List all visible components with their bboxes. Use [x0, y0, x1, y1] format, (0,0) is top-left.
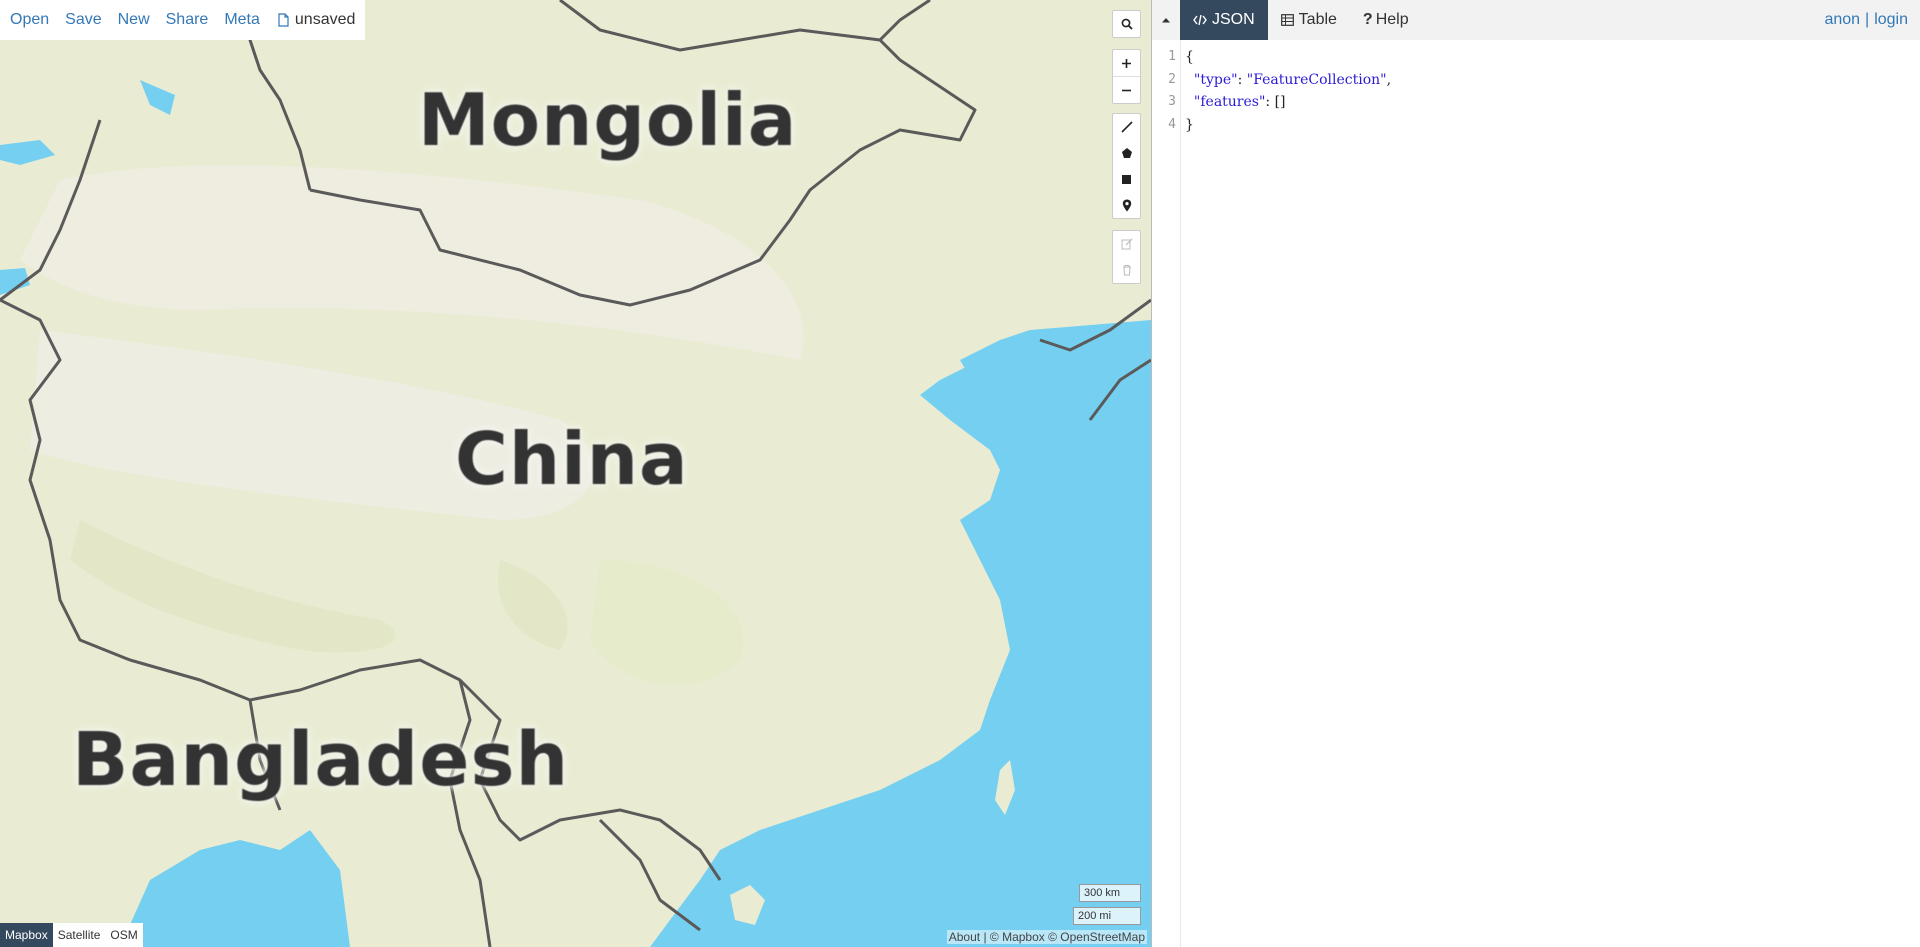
code-comma: ,: [1386, 71, 1392, 88]
table-icon: [1280, 14, 1294, 26]
map-label-bangladesh: Bangladesh: [72, 717, 570, 803]
zoom-out-button[interactable]: [1113, 77, 1140, 103]
question-icon: ?: [1362, 11, 1373, 28]
search-button[interactable]: [1113, 11, 1140, 37]
map-canvas[interactable]: Mongolia China Bangladesh Open Save New …: [0, 0, 1151, 947]
line-number: 3: [1168, 94, 1176, 109]
line-number: 4: [1168, 116, 1176, 132]
edit-toolbar: [1112, 230, 1141, 284]
tab-help[interactable]: ? Help: [1350, 0, 1422, 40]
code-line: "features": []: [1185, 91, 1391, 114]
draw-marker-button[interactable]: [1113, 192, 1140, 218]
code-features-value: : []: [1265, 94, 1286, 110]
code-brace-open: {: [1185, 49, 1194, 65]
code-area[interactable]: { "type": "FeatureCollection", "features…: [1181, 40, 1391, 947]
scale-km: 300 km: [1079, 884, 1141, 902]
login-link[interactable]: login: [1874, 11, 1908, 29]
edit-button[interactable]: [1113, 231, 1140, 257]
file-status-label: unsaved: [294, 11, 356, 28]
code-line: {: [1185, 46, 1391, 69]
scale-mi: 200 mi: [1073, 907, 1141, 925]
tab-help-label: Help: [1375, 11, 1409, 28]
layer-osm[interactable]: OSM: [105, 923, 143, 947]
delete-button[interactable]: [1113, 257, 1140, 283]
line-number-gutter: 1 2 3 4: [1152, 40, 1181, 947]
draw-polygon-button[interactable]: [1113, 140, 1140, 166]
layer-mapbox[interactable]: Mapbox: [0, 923, 53, 947]
code-colon: :: [1237, 71, 1247, 88]
open-button[interactable]: Open: [10, 11, 49, 29]
code-brace-close: }: [1185, 116, 1194, 133]
collapse-panel-button[interactable]: [1152, 0, 1180, 40]
code-key-type: "type": [1193, 71, 1238, 88]
search-icon: [1121, 18, 1133, 30]
map-label-china: China: [455, 417, 689, 501]
zoom-control: [1112, 49, 1141, 104]
user-anon-link[interactable]: anon: [1824, 11, 1860, 29]
file-icon: [278, 13, 289, 27]
trash-icon: [1122, 265, 1131, 276]
user-menu: anon | login: [1824, 0, 1908, 40]
plus-icon: [1122, 58, 1131, 68]
file-toolbar: Open Save New Share Meta unsaved: [0, 0, 366, 40]
geocoder-control: [1112, 10, 1141, 38]
panel-header: JSON Table ? Help anon | login: [1152, 0, 1920, 40]
tab-json-label: JSON: [1212, 11, 1255, 28]
marker-icon: [1122, 199, 1131, 211]
code-icon: [1193, 14, 1207, 26]
side-panel: JSON Table ? Help anon | login 1 2 3 4 {…: [1152, 0, 1920, 947]
code-value-type: "FeatureCollection": [1246, 71, 1387, 88]
line-number: 2: [1168, 71, 1176, 87]
polygon-icon: [1121, 148, 1132, 158]
zoom-in-button[interactable]: [1113, 50, 1140, 77]
map-attribution[interactable]: About | © Mapbox © OpenStreetMap: [946, 930, 1147, 944]
layer-satellite[interactable]: Satellite: [52, 923, 106, 947]
code-line: }: [1185, 114, 1391, 137]
edit-icon: [1121, 238, 1132, 250]
layer-switcher: Mapbox Satellite OSM: [0, 923, 143, 947]
meta-button[interactable]: Meta: [224, 11, 260, 29]
map-label-mongolia: Mongolia: [418, 78, 798, 162]
user-separator: |: [1865, 11, 1870, 28]
rectangle-icon: [1122, 174, 1131, 184]
file-status: unsaved: [278, 11, 356, 29]
tab-table-label: Table: [1298, 11, 1337, 28]
tab-json[interactable]: JSON: [1180, 0, 1268, 40]
share-button[interactable]: Share: [166, 11, 209, 29]
code-line: "type": "FeatureCollection",: [1185, 69, 1391, 92]
tab-table[interactable]: Table: [1268, 0, 1350, 40]
caret-up-icon: [1162, 18, 1170, 23]
draw-rectangle-button[interactable]: [1113, 166, 1140, 192]
save-button[interactable]: Save: [65, 11, 101, 29]
line-number: 1: [1168, 49, 1176, 64]
draw-toolbar: [1112, 113, 1141, 219]
json-editor[interactable]: 1 2 3 4 { "type": "FeatureCollection", "…: [1152, 40, 1920, 947]
draw-line-button[interactable]: [1113, 114, 1140, 140]
new-button[interactable]: New: [118, 11, 150, 29]
code-key-features: "features": [1193, 94, 1266, 110]
minus-icon: [1122, 89, 1131, 91]
line-icon: [1120, 121, 1133, 133]
